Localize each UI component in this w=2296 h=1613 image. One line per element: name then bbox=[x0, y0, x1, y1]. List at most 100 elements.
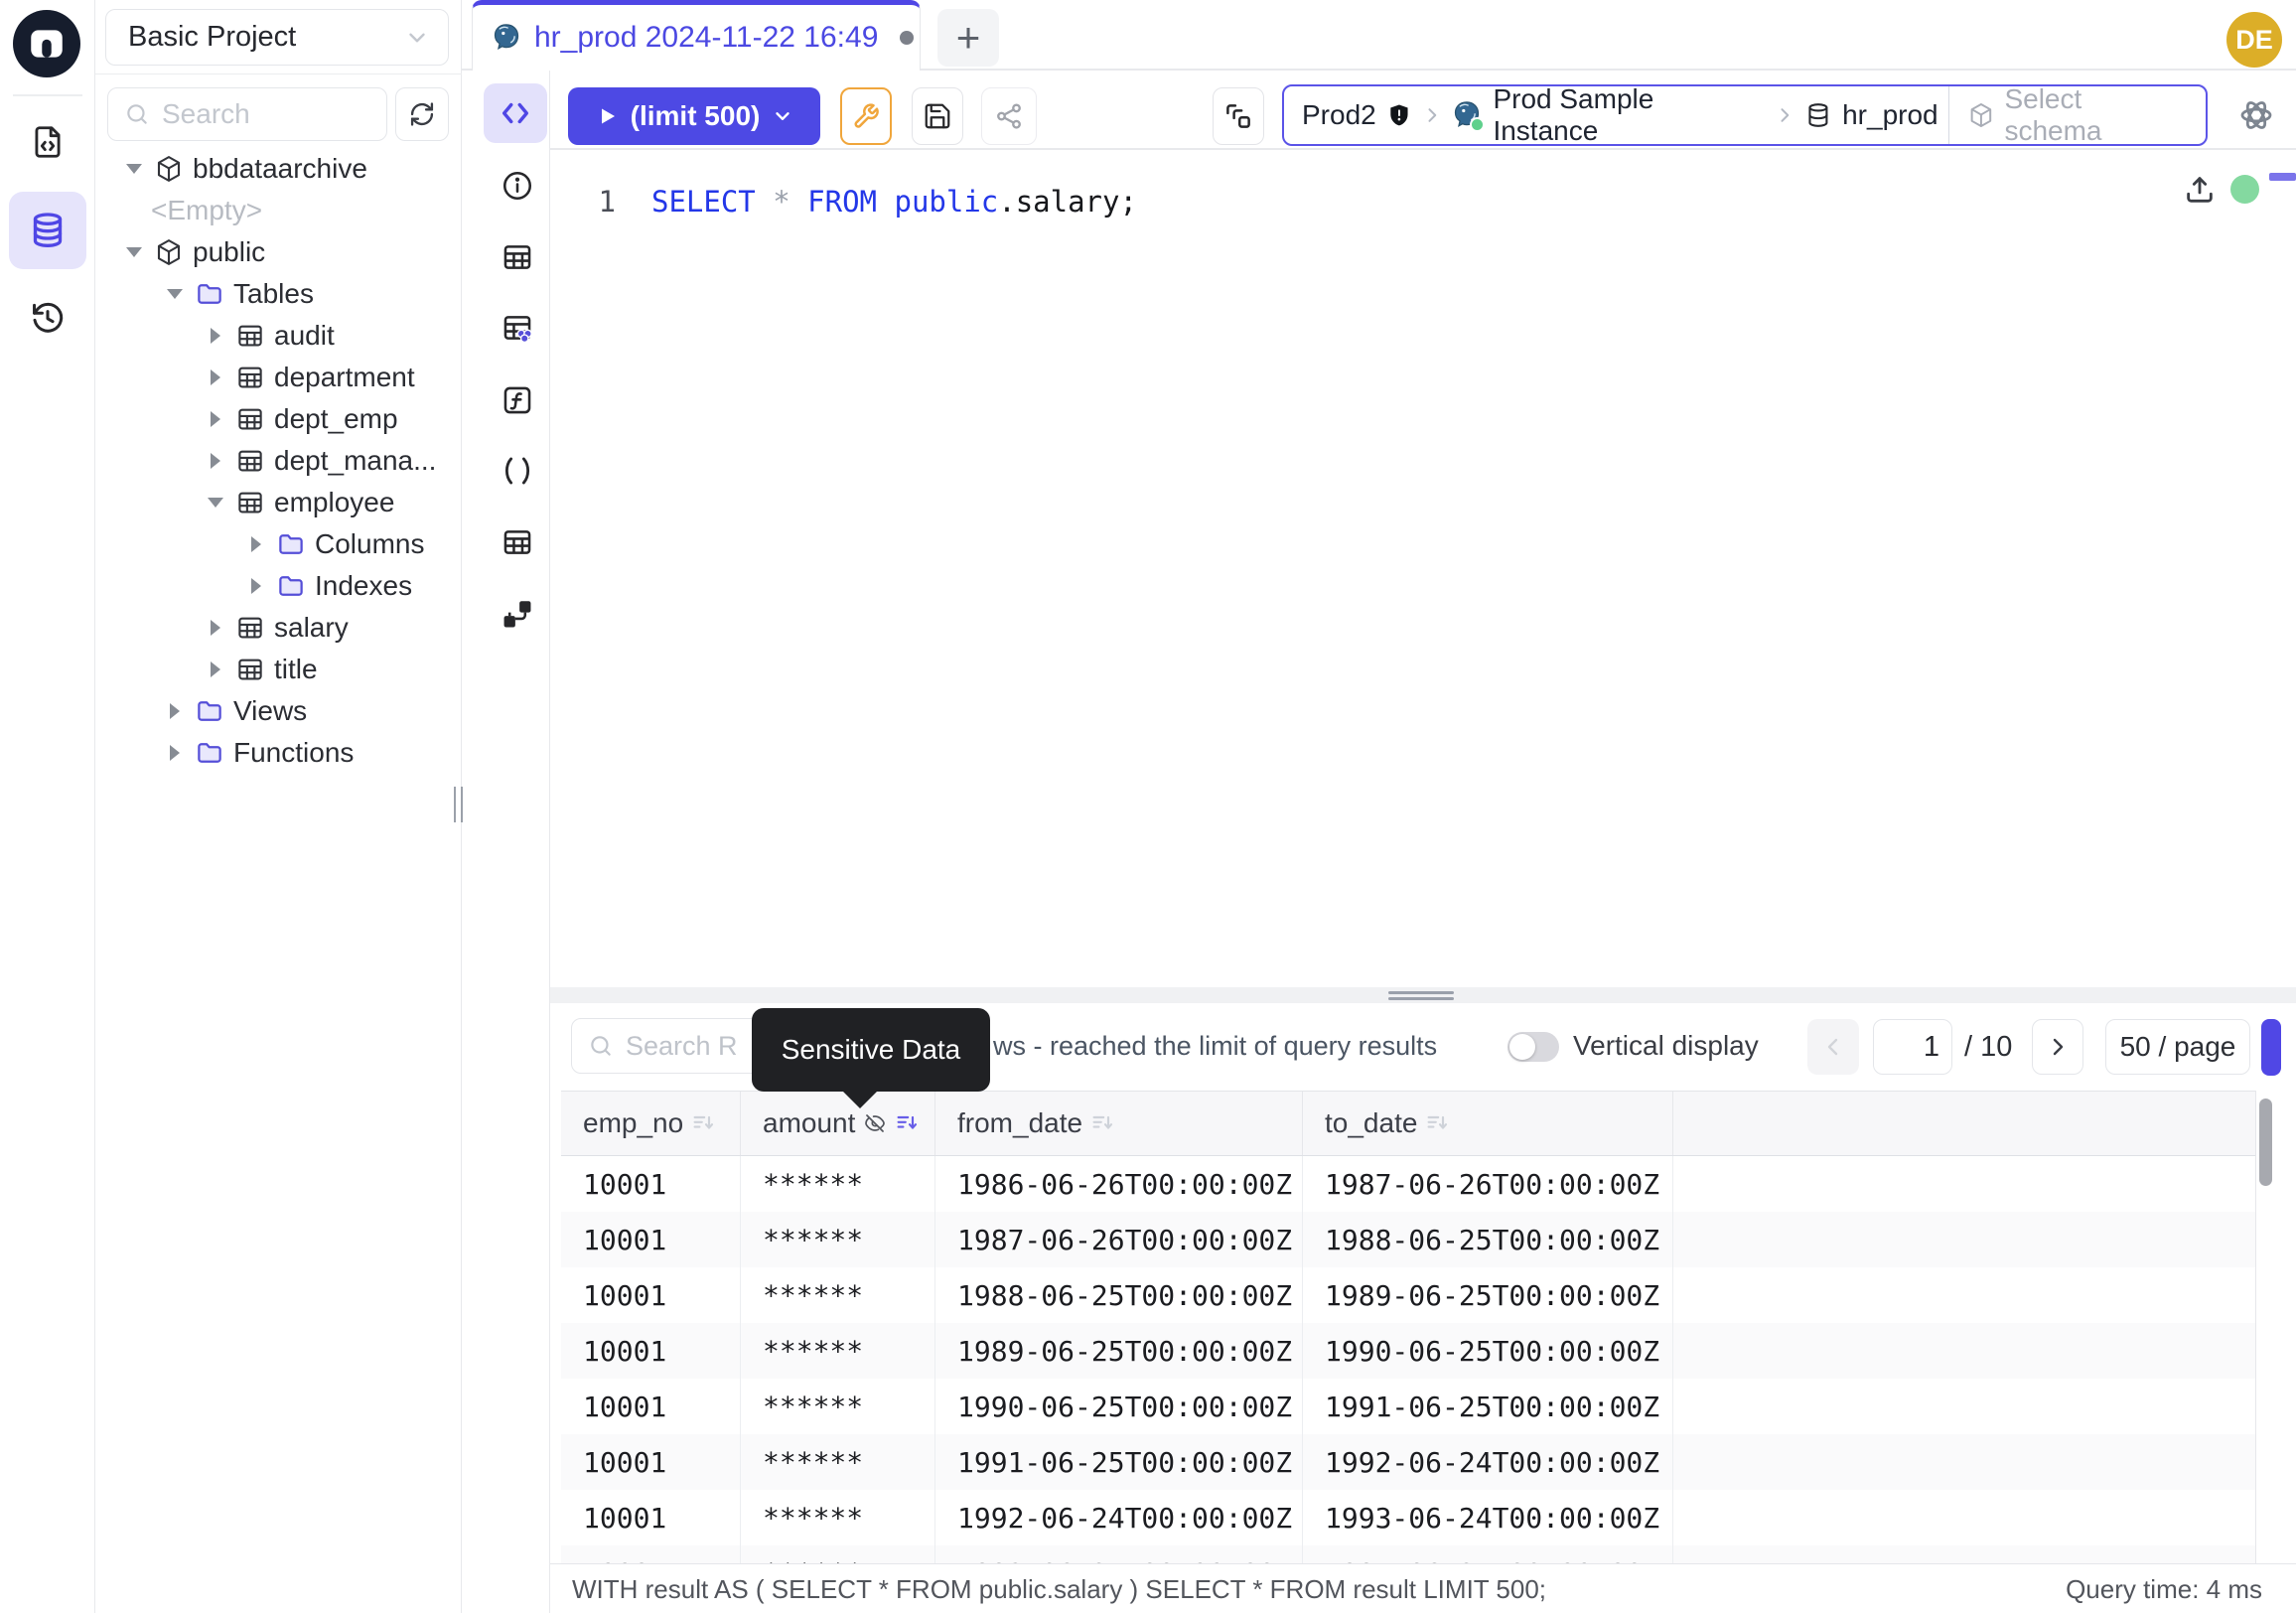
editor-rail-info-button[interactable] bbox=[496, 164, 539, 208]
tree-item-salary[interactable]: salary bbox=[95, 607, 461, 649]
tree-item-label: salary bbox=[274, 612, 349, 644]
format-sql-button[interactable] bbox=[840, 87, 892, 145]
table-icon bbox=[501, 525, 534, 559]
refresh-button[interactable] bbox=[395, 87, 449, 141]
sidebar-search[interactable] bbox=[107, 87, 387, 141]
scrollbar-thumb[interactable] bbox=[2259, 1099, 2272, 1186]
tree-item-indexes[interactable]: Indexes bbox=[95, 565, 461, 607]
rail-worksheet-button[interactable] bbox=[22, 116, 73, 168]
upload-button[interactable] bbox=[2183, 173, 2217, 207]
chevron-down-icon[interactable] bbox=[121, 239, 147, 265]
chevron-down-icon[interactable] bbox=[121, 156, 147, 182]
chevron-right-icon[interactable] bbox=[203, 365, 228, 390]
avatar[interactable]: DE bbox=[2226, 12, 2282, 68]
editor-rail-functions-button[interactable] bbox=[496, 378, 539, 422]
table-row[interactable]: 10001******1986-06-26T00:00:00Z1987-06-2… bbox=[561, 1156, 2255, 1212]
bytebase-logo[interactable] bbox=[13, 10, 80, 77]
tree-item-title[interactable]: title bbox=[95, 649, 461, 690]
editor-rail-tables-button[interactable] bbox=[496, 235, 539, 279]
eye-off-icon[interactable] bbox=[863, 1111, 887, 1135]
database-label[interactable]: hr_prod bbox=[1842, 99, 1938, 131]
export-button[interactable] bbox=[2261, 1019, 2281, 1076]
column-label: from_date bbox=[957, 1107, 1082, 1139]
tree-item-functions[interactable]: Functions bbox=[95, 732, 461, 774]
sort-icon[interactable] bbox=[1090, 1111, 1114, 1135]
chevron-down-icon[interactable] bbox=[162, 281, 188, 307]
sql-editor-line[interactable]: SELECT * FROM public.salary; bbox=[651, 185, 1137, 219]
table-scrollbar[interactable] bbox=[2255, 1091, 2276, 1563]
tree-item-label: Indexes bbox=[315, 570, 412, 602]
tree-item-tables[interactable]: Tables bbox=[95, 273, 461, 315]
tree-item-bbdataarchive[interactable]: bbdataarchive bbox=[95, 148, 461, 190]
editor-rail-procedures-button[interactable] bbox=[496, 449, 539, 493]
chevron-right-icon[interactable] bbox=[203, 657, 228, 682]
chevron-left-icon bbox=[1821, 1035, 1845, 1059]
sort-icon[interactable] bbox=[1425, 1111, 1449, 1135]
page-number-input[interactable]: 1 bbox=[1873, 1019, 1952, 1075]
tree-item-public[interactable]: public bbox=[95, 231, 461, 273]
editor-rail-schema-diagram-button[interactable] bbox=[496, 592, 539, 636]
column-header-to-date[interactable]: to_date bbox=[1303, 1092, 1673, 1155]
tree-item-dept-emp[interactable]: dept_emp bbox=[95, 398, 461, 440]
table-row[interactable]: 10001******1988-06-25T00:00:00Z1989-06-2… bbox=[561, 1267, 2255, 1323]
chevron-right-icon[interactable] bbox=[203, 448, 228, 474]
tree-item-audit[interactable]: audit bbox=[95, 315, 461, 357]
sidebar-resize-handle[interactable] bbox=[454, 787, 463, 822]
table-row[interactable]: 10001******1993-06-24T00:00:00Z1994-06-2… bbox=[561, 1545, 2255, 1563]
column-header-emp-no[interactable]: emp_no bbox=[561, 1092, 741, 1155]
schema-selector[interactable]: Select schema bbox=[1948, 86, 2206, 144]
instance-label[interactable]: Prod Sample Instance bbox=[1493, 83, 1765, 147]
chevron-right-icon[interactable] bbox=[203, 323, 228, 349]
table-row[interactable]: 10001******1992-06-24T00:00:00Z1993-06-2… bbox=[561, 1490, 2255, 1545]
project-selector[interactable]: Basic Project bbox=[105, 9, 449, 66]
tree-item-dept-manager[interactable]: dept_mana... bbox=[95, 440, 461, 482]
next-page-button[interactable] bbox=[2032, 1019, 2083, 1075]
tab-hr-prod[interactable]: hr_prod 2024-11-22 16:49 bbox=[472, 0, 921, 71]
column-header-from-date[interactable]: from_date bbox=[935, 1092, 1303, 1155]
share-button[interactable] bbox=[981, 87, 1037, 145]
database-icon bbox=[28, 211, 68, 250]
chevron-down-icon[interactable] bbox=[203, 490, 228, 515]
environment-label[interactable]: Prod2 bbox=[1302, 99, 1376, 131]
tree-item-views[interactable]: Views bbox=[95, 690, 461, 732]
editor-code-view-button[interactable] bbox=[484, 83, 547, 143]
new-tab-button[interactable]: + bbox=[937, 9, 999, 67]
vertical-display-toggle[interactable] bbox=[1507, 1032, 1559, 1062]
chevron-right-icon[interactable] bbox=[162, 740, 188, 766]
batch-query-button[interactable] bbox=[1213, 87, 1264, 145]
prev-page-button[interactable] bbox=[1807, 1019, 1859, 1075]
table-row[interactable]: 10001******1987-06-26T00:00:00Z1988-06-2… bbox=[561, 1212, 2255, 1267]
ai-assistant-button[interactable] bbox=[2230, 89, 2282, 141]
table-row[interactable]: 10001******1990-06-25T00:00:00Z1991-06-2… bbox=[561, 1379, 2255, 1434]
chevron-right-icon[interactable] bbox=[203, 406, 228, 432]
tree-item-department[interactable]: department bbox=[95, 357, 461, 398]
run-query-button[interactable]: (limit 500) bbox=[568, 87, 820, 145]
save-button[interactable] bbox=[912, 87, 963, 145]
table-icon bbox=[234, 320, 266, 352]
chevron-right-icon[interactable] bbox=[243, 531, 269, 557]
sort-icon[interactable] bbox=[691, 1111, 715, 1135]
chevron-right-icon[interactable] bbox=[162, 698, 188, 724]
search-icon bbox=[588, 1033, 614, 1059]
chevron-right-icon[interactable] bbox=[203, 615, 228, 641]
page-size-selector[interactable]: 50 / page bbox=[2105, 1019, 2250, 1075]
editor-rail-external-tables-button[interactable] bbox=[496, 520, 539, 564]
tree-item-columns[interactable]: Columns bbox=[95, 523, 461, 565]
page-number: 1 bbox=[1924, 1031, 1939, 1064]
rail-database-button-active[interactable] bbox=[9, 192, 86, 269]
rail-history-button[interactable] bbox=[22, 292, 73, 344]
editor-rail-masked-data-button[interactable] bbox=[496, 306, 539, 350]
sidebar-search-input[interactable] bbox=[160, 97, 343, 131]
sort-icon-active[interactable] bbox=[895, 1111, 919, 1135]
panel-resize-handle[interactable] bbox=[550, 987, 2296, 1003]
tree-item-empty: <Empty> bbox=[95, 190, 461, 231]
chevron-right-icon bbox=[2046, 1035, 2070, 1059]
chevron-down-icon[interactable] bbox=[772, 105, 793, 127]
chevron-right-icon[interactable] bbox=[243, 573, 269, 599]
table-row[interactable]: 10001******1989-06-25T00:00:00Z1990-06-2… bbox=[561, 1323, 2255, 1379]
table-row[interactable]: 10001******1991-06-25T00:00:00Z1992-06-2… bbox=[561, 1434, 2255, 1490]
column-header-amount[interactable]: amount bbox=[741, 1092, 935, 1155]
tree-item-employee[interactable]: employee bbox=[95, 482, 461, 523]
connection-breadcrumb[interactable]: Prod2 Prod Sample Instance hr_prod Selec… bbox=[1282, 84, 2208, 146]
bytebase-logo-mark bbox=[26, 23, 68, 65]
